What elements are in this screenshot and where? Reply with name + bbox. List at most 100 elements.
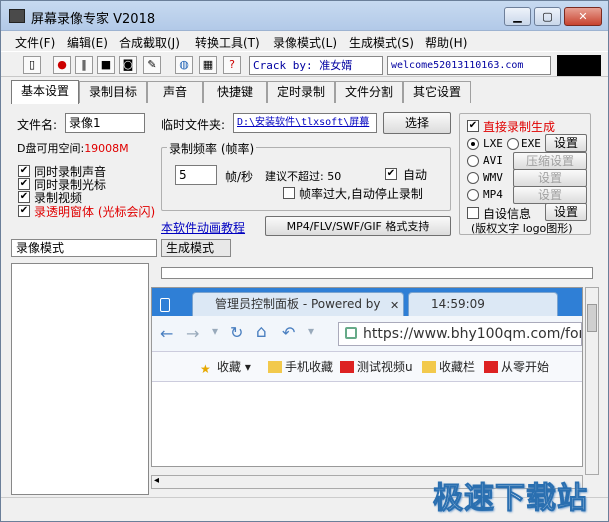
address-text: https://www.bhy100qm.com/forun <box>363 326 582 342</box>
fps-limit-hint: 建议不超过: 50 <box>265 170 342 183</box>
edit-icon[interactable]: ✎ <box>143 56 161 74</box>
mp4-setting-button[interactable]: 设置 <box>513 186 587 204</box>
disk-space-value: 19008M <box>84 142 129 155</box>
globe-icon[interactable]: ◍ <box>175 56 193 74</box>
menu-bar: 文件(F) 编辑(E) 合成截取(J) 转换工具(T) 录像模式(L) 生成模式… <box>1 31 608 51</box>
scroll-left-icon[interactable]: ◂ <box>154 475 159 486</box>
image-icon[interactable]: ▦ <box>199 56 217 74</box>
format-exe-label: EXE <box>521 137 541 150</box>
main-window: 屏幕录像专家 V2018 ▁ ▢ ✕ 文件(F) 编辑(E) 合成截取(J) 转… <box>0 0 609 522</box>
radio-mp4[interactable] <box>467 189 479 201</box>
browser-tab-admin-title: 管理员控制面板 - Powered by <box>215 297 381 311</box>
direct-generate-checkbox[interactable]: ✔ <box>467 120 479 132</box>
toolbar: ▯ ● ‖ ■ ◙ ✎ ◍ ▦ ? Crack by: 准女婿 welcome5… <box>1 51 608 77</box>
address-bar[interactable]: https://www.bhy100qm.com/forun <box>338 322 582 346</box>
format-support-button[interactable]: MP4/FLV/SWF/GIF 格式支持 <box>265 216 451 236</box>
new-file-icon[interactable]: ▯ <box>23 56 41 74</box>
temp-folder-label: 临时文件夹: <box>161 118 226 132</box>
wmv-setting-button[interactable]: 设置 <box>513 169 587 187</box>
record-transparent-checkbox[interactable]: ✔ <box>18 205 30 217</box>
fps-group-title: 录制频率 (帧率) <box>167 140 257 157</box>
tab-split[interactable]: 文件分割 <box>335 81 403 103</box>
reload-icon[interactable]: ↻ <box>230 323 243 342</box>
tab-target[interactable]: 录制目标 <box>79 81 147 103</box>
help-icon[interactable]: ? <box>223 56 241 74</box>
history-dropdown-icon[interactable]: ▾ <box>308 324 314 338</box>
auto-fps-checkbox[interactable]: ✔ <box>385 168 397 180</box>
menu-help[interactable]: 帮助(H) <box>425 34 467 51</box>
fps-input[interactable]: 5 <box>175 165 217 185</box>
forward-icon[interactable]: → <box>186 324 199 343</box>
menu-compose[interactable]: 合成截取(J) <box>119 34 180 51</box>
bookmark-bar: ★ 收藏 ▾ 手机收藏 测试视频u 收藏栏 从零开始 <box>152 352 582 382</box>
browser-tab-close-icon[interactable]: ✕ <box>390 299 399 312</box>
menu-record-mode[interactable]: 录像模式(L) <box>273 34 337 51</box>
close-button[interactable]: ✕ <box>564 7 602 26</box>
exe-setting-button[interactable]: 设置 <box>545 134 587 152</box>
menu-generate-mode[interactable]: 生成模式(S) <box>349 34 414 51</box>
custom-info-checkbox[interactable] <box>467 207 479 219</box>
browser-page-icon <box>160 298 170 312</box>
app-icon <box>9 9 25 23</box>
minimize-button[interactable]: ▁ <box>504 7 531 26</box>
direct-generate-label: 直接录制生成 <box>483 120 556 134</box>
dropdown-icon[interactable]: ▾ <box>212 324 218 338</box>
radio-avi[interactable] <box>467 155 479 167</box>
tab-sound[interactable]: 声音 <box>147 81 203 103</box>
timeline-ruler[interactable] <box>161 267 593 279</box>
vertical-scroll-thumb[interactable] <box>587 304 597 332</box>
tab-hotkey[interactable]: 快捷键 <box>203 81 267 103</box>
home-icon[interactable]: ⌂ <box>256 322 267 342</box>
vertical-scrollbar[interactable] <box>585 287 599 475</box>
stop-icon[interactable]: ■ <box>97 56 115 74</box>
bookmark-mobile[interactable]: 手机收藏 <box>268 358 333 375</box>
record-mode-header[interactable]: 录像模式 <box>11 239 157 257</box>
browser-tab-clock[interactable]: 14:59:09 <box>408 292 558 316</box>
bookmark-start[interactable]: 从零开始 <box>484 358 549 375</box>
bookmark-favorites[interactable]: ★ 收藏 ▾ <box>200 358 251 376</box>
filename-input[interactable]: 录像1 <box>65 113 145 133</box>
format-wmv-label: WMV <box>483 171 503 184</box>
select-folder-button[interactable]: 选择 <box>383 112 451 134</box>
tab-basic[interactable]: 基本设置 <box>11 80 79 104</box>
recording-list[interactable] <box>11 263 149 495</box>
custom-info-setting-button[interactable]: 设置 <box>545 203 587 221</box>
fps-unit: 帧/秒 <box>225 170 254 184</box>
menu-file[interactable]: 文件(F) <box>15 34 55 51</box>
record-sound-checkbox[interactable]: ✔ <box>18 165 30 177</box>
auto-stop-checkbox[interactable] <box>283 187 295 199</box>
folder-icon <box>422 361 436 373</box>
compress-setting-button[interactable]: 压缩设置 <box>513 152 587 170</box>
back-icon[interactable]: ← <box>160 324 173 343</box>
radio-wmv[interactable] <box>467 172 479 184</box>
camera-icon[interactable]: ◙ <box>119 56 137 74</box>
recording-preview: 管理员控制面板 - Powered by ✕ 14:59:09 ← → ▾ ↻ … <box>151 287 583 467</box>
auto-stop-label: 帧率过大,自动停止录制 <box>299 187 423 201</box>
radio-exe[interactable] <box>507 138 519 150</box>
menu-edit[interactable]: 编辑(E) <box>67 34 108 51</box>
menu-convert[interactable]: 转换工具(T) <box>195 34 260 51</box>
bookmark-test-video[interactable]: 测试视频u <box>340 358 413 375</box>
star-icon: ★ <box>200 362 211 376</box>
record-icon[interactable]: ● <box>53 56 71 74</box>
record-cursor-checkbox[interactable]: ✔ <box>18 178 30 190</box>
bookmark-bar-folder[interactable]: 收藏栏 <box>422 358 475 375</box>
pause-icon[interactable]: ‖ <box>75 56 93 74</box>
watermark-text: 极速下载站 <box>433 481 588 517</box>
radio-lxe[interactable] <box>467 138 479 150</box>
email-info: welcome52013110163.com <box>387 56 551 75</box>
auto-fps-label: 自动 <box>403 168 428 182</box>
site-icon <box>340 361 354 373</box>
maximize-button[interactable]: ▢ <box>534 7 561 26</box>
temp-folder-input[interactable]: D:\安装软件\tlxsoft\屏幕 <box>233 113 377 133</box>
filename-label: 文件名: <box>17 118 58 132</box>
tab-other[interactable]: 其它设置 <box>403 81 471 103</box>
browser-tab-admin[interactable]: 管理员控制面板 - Powered by <box>192 292 404 316</box>
browser-address-row: ← → ▾ ↻ ⌂ ↶ ▾ https://www.bhy100qm.com/f… <box>152 316 582 352</box>
tab-timed[interactable]: 定时录制 <box>267 81 335 103</box>
generate-mode-header[interactable]: 生成模式 <box>161 239 231 257</box>
tutorial-link[interactable]: 本软件动画教程 <box>161 219 245 236</box>
undo-icon[interactable]: ↶ <box>282 323 295 342</box>
record-video-checkbox[interactable]: ✔ <box>18 191 30 203</box>
crack-info: Crack by: 准女婿 <box>249 56 383 75</box>
